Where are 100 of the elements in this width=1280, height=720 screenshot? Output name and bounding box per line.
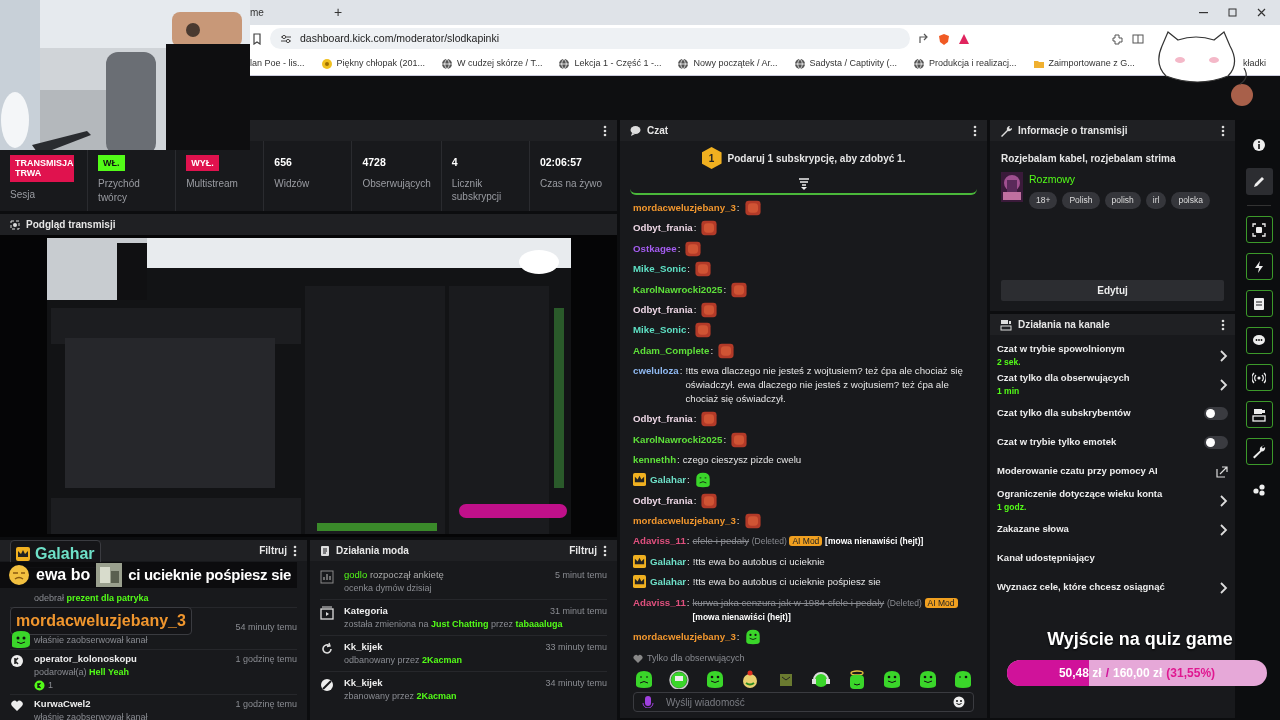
sidebar-button[interactable] bbox=[1245, 216, 1273, 243]
chevron-icon[interactable] bbox=[1219, 581, 1228, 594]
username[interactable]: Odbyt_frania bbox=[633, 302, 693, 317]
username[interactable]: Galahar bbox=[650, 575, 687, 590]
more-icon[interactable] bbox=[293, 544, 297, 557]
new-tab-button[interactable]: + bbox=[333, 2, 343, 23]
message-field[interactable]: Wyślij wiadomość bbox=[633, 692, 974, 712]
setting-label[interactable]: Czat tylko dla subskrybentów bbox=[997, 406, 1131, 421]
setting-label[interactable]: Czat tylko dla obserwujących bbox=[997, 371, 1130, 386]
sidebar-button[interactable] bbox=[1245, 401, 1273, 428]
username[interactable]: Ostkagee bbox=[633, 241, 677, 256]
emote-icon[interactable] bbox=[952, 670, 973, 689]
emote-icon[interactable] bbox=[811, 670, 832, 689]
username[interactable]: Galahar bbox=[650, 473, 687, 488]
username[interactable]: cweluloza bbox=[633, 364, 679, 379]
sidebar-button[interactable] bbox=[1245, 253, 1273, 280]
tag[interactable]: 18+ bbox=[1029, 191, 1058, 209]
edit-button[interactable]: Edytuj bbox=[1001, 280, 1224, 301]
username[interactable]: Adaviss_11 bbox=[633, 595, 686, 610]
microphone-icon[interactable] bbox=[642, 696, 654, 708]
sidebar-icon[interactable] bbox=[1132, 32, 1144, 45]
more-icon[interactable] bbox=[603, 124, 607, 137]
bookmark-link[interactable]: Sadysta / Captivity (... bbox=[809, 56, 898, 71]
scroll-down-icon[interactable] bbox=[797, 178, 810, 190]
sidebar-button[interactable] bbox=[1245, 327, 1273, 354]
chevron-icon[interactable] bbox=[1219, 349, 1228, 362]
message-text: !tts ewa bo autobus ci ucieknie bbox=[692, 554, 826, 569]
setting-label[interactable]: Czat w trybie tylko emotek bbox=[997, 435, 1117, 450]
sidebar-button[interactable] bbox=[1245, 364, 1273, 391]
message-input[interactable]: Wyślij wiadomość bbox=[664, 693, 943, 711]
filter-button[interactable]: Filtruj bbox=[569, 543, 597, 558]
close-icon[interactable] bbox=[1257, 8, 1266, 17]
chevron-icon[interactable] bbox=[1219, 523, 1228, 536]
setting-label[interactable]: Wyznacz cele, które chcesz osiągnąć bbox=[997, 580, 1165, 595]
setting-label[interactable]: Czat w trybie spowolnionym bbox=[997, 342, 1125, 357]
username[interactable]: KarolNawrocki2025 bbox=[633, 282, 723, 297]
bookmark-link[interactable]: W cudzej skórze / T... bbox=[457, 56, 543, 71]
triangle-icon[interactable] bbox=[958, 32, 970, 45]
username[interactable]: operator_kolonoskopu bbox=[34, 653, 137, 665]
tag[interactable]: polish bbox=[1104, 191, 1141, 209]
maximize-icon[interactable] bbox=[1228, 8, 1237, 17]
address-bar[interactable]: dashboard.kick.com/moderator/slodkapinki bbox=[270, 28, 910, 49]
filter-button[interactable]: Filtruj bbox=[259, 543, 287, 558]
emoji-icon[interactable] bbox=[953, 696, 965, 708]
more-icon[interactable] bbox=[1221, 124, 1225, 137]
toggle-switch[interactable] bbox=[1204, 436, 1228, 449]
username[interactable]: Odbyt_frania bbox=[633, 412, 693, 427]
username[interactable]: Mike_Sonic bbox=[633, 262, 687, 277]
bookmark-link[interactable]: Produkcja i realizacj... bbox=[929, 56, 1017, 71]
bookmark-link[interactable]: Zaimportowane z G... bbox=[1048, 56, 1135, 71]
sidebar-button[interactable] bbox=[1245, 290, 1273, 317]
username[interactable]: Mike_Sonic bbox=[633, 323, 687, 338]
bookmark-link[interactable]: lan Poe - lis... bbox=[250, 56, 305, 71]
sidebar-button[interactable] bbox=[1245, 168, 1273, 195]
username[interactable]: Odbyt_frania bbox=[633, 493, 693, 508]
username[interactable]: kennethh bbox=[633, 452, 677, 467]
username[interactable]: mordacweluzjebany_3 bbox=[633, 201, 736, 215]
bookmark-link[interactable]: Lekcja 1 - Część 1 -... bbox=[574, 56, 662, 71]
emote-icon[interactable] bbox=[669, 670, 690, 689]
username[interactable]: KurwaCwel2 bbox=[34, 698, 91, 710]
tab-title[interactable]: me bbox=[250, 5, 264, 20]
setting-label[interactable]: Kanał udostępniający bbox=[997, 551, 1095, 566]
site-settings-icon[interactable] bbox=[280, 32, 292, 45]
toggle-switch[interactable] bbox=[1204, 407, 1228, 420]
emote-icon[interactable] bbox=[634, 670, 654, 689]
setting-label[interactable]: Zakazane słowa bbox=[997, 522, 1069, 537]
category-link[interactable]: Rozmowy bbox=[1029, 172, 1210, 188]
chevron-icon[interactable] bbox=[1219, 494, 1228, 507]
bookmark-link[interactable]: Nowy początek / Ar... bbox=[693, 56, 778, 71]
tag[interactable]: irl bbox=[1145, 191, 1167, 209]
username[interactable]: Adam_Complete bbox=[633, 343, 710, 358]
emote-icon[interactable] bbox=[917, 670, 938, 689]
document-icon bbox=[1252, 296, 1266, 311]
username[interactable]: Galahar bbox=[650, 554, 687, 569]
setting-label[interactable]: Ograniczenie dotyczące wieku konta bbox=[997, 487, 1163, 502]
tag[interactable]: polska bbox=[1171, 191, 1210, 209]
chevron-icon[interactable] bbox=[1219, 378, 1228, 391]
bookmark-link[interactable]: Piękny chłopak (201... bbox=[336, 56, 426, 71]
more-icon[interactable] bbox=[1221, 318, 1225, 331]
more-icon[interactable] bbox=[973, 124, 977, 137]
username[interactable]: Adaviss_11 bbox=[633, 534, 686, 549]
share-icon[interactable] bbox=[918, 32, 930, 45]
bookmark-icon[interactable] bbox=[252, 32, 262, 45]
external-link-icon[interactable] bbox=[1216, 465, 1228, 478]
shield-icon[interactable] bbox=[938, 32, 950, 45]
username[interactable]: mordacweluzjebany_3 bbox=[633, 629, 736, 644]
sidebar-button[interactable] bbox=[1245, 438, 1273, 465]
emote-icon bbox=[742, 200, 763, 216]
event-text: została zmieniona na Just Chatting przez tabaaaluga bbox=[344, 618, 564, 630]
username[interactable]: KarolNawrocki2025 bbox=[633, 432, 723, 447]
extensions-icon[interactable] bbox=[1112, 32, 1124, 45]
setting-label[interactable]: Moderowanie czatu przy pomocy AI bbox=[997, 464, 1158, 479]
username[interactable]: Odbyt_frania bbox=[633, 221, 693, 236]
more-icon[interactable] bbox=[603, 544, 607, 557]
avatar[interactable] bbox=[1231, 84, 1253, 106]
bookmarks-label[interactable]: kładki bbox=[1243, 56, 1266, 71]
emote-icon[interactable] bbox=[704, 670, 725, 689]
username[interactable]: mordacweluzjebany_3 bbox=[633, 514, 736, 529]
emote-icon[interactable] bbox=[882, 670, 903, 689]
tag[interactable]: Polish bbox=[1062, 191, 1100, 209]
